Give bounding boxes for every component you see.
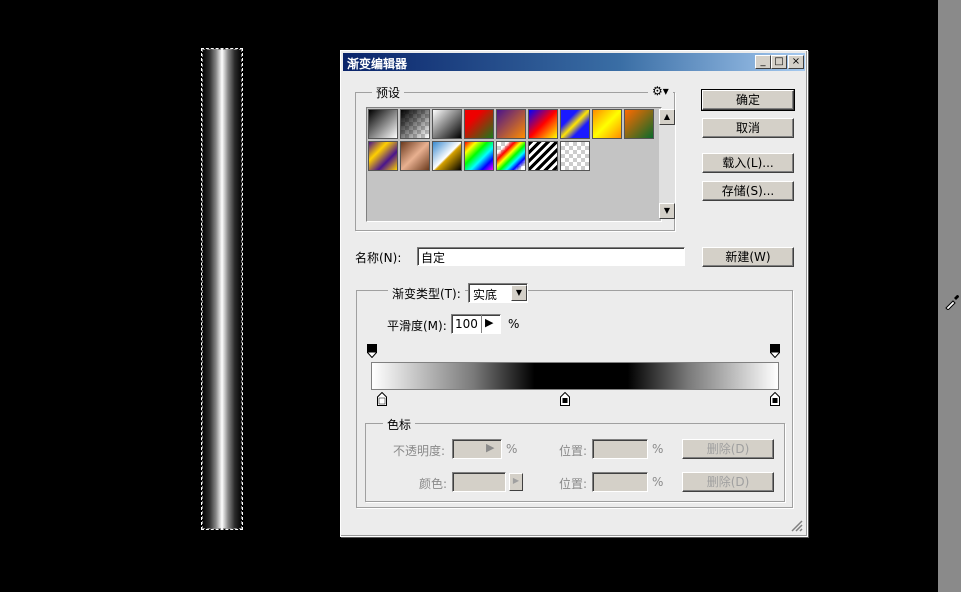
- preset-swatch-grid: ▲ ▼: [366, 107, 675, 222]
- name-input[interactable]: 自定: [417, 247, 685, 266]
- preset-swatch[interactable]: [368, 141, 398, 171]
- preset-swatch[interactable]: [592, 109, 622, 139]
- smoothness-unit: %: [508, 317, 520, 331]
- name-input-value: 自定: [421, 251, 446, 265]
- opacity-stop-left[interactable]: [367, 344, 377, 359]
- opacity-stop-right[interactable]: [770, 344, 780, 359]
- preset-scrollbar[interactable]: ▲ ▼: [659, 109, 675, 219]
- location-label-color: 位置:: [559, 477, 588, 491]
- preset-swatch[interactable]: [560, 141, 590, 171]
- resize-grip-icon[interactable]: [789, 518, 803, 532]
- save-button[interactable]: 存储(S)...: [702, 181, 794, 201]
- eyedropper-cursor-icon: [944, 292, 960, 311]
- gradient-type-label: 渐变类型(T):: [388, 285, 465, 302]
- preset-swatch[interactable]: [624, 109, 654, 139]
- preset-swatch[interactable]: [432, 141, 462, 171]
- preset-swatch[interactable]: [496, 141, 526, 171]
- smoothness-input[interactable]: 100 ▶: [451, 314, 501, 334]
- preset-swatch[interactable]: [464, 109, 494, 139]
- gradient-type-value: 实底: [473, 288, 498, 302]
- preset-swatch[interactable]: [464, 141, 494, 171]
- location-unit-color: %: [652, 475, 664, 489]
- slider-arrow-icon[interactable]: ▶: [486, 441, 494, 454]
- color-label: 颜色:: [419, 477, 448, 491]
- preset-swatch[interactable]: [400, 109, 430, 139]
- preset-swatch[interactable]: [496, 109, 526, 139]
- title-bar[interactable]: 渐变编辑器 _ □ ×: [343, 53, 805, 71]
- presets-label: 预设: [372, 84, 405, 101]
- new-button[interactable]: 新建(W): [702, 247, 794, 267]
- stops-group-label: 色标: [383, 416, 416, 433]
- gradient-editor-dialog: 渐变编辑器 _ □ × 确定 取消 载入(L)... 存储(S)... 新建(W…: [340, 50, 808, 537]
- location-label-opacity: 位置:: [559, 444, 588, 458]
- opacity-unit: %: [506, 442, 518, 456]
- color-stop-right[interactable]: [770, 391, 780, 406]
- preset-swatch[interactable]: [528, 141, 558, 171]
- load-button[interactable]: 载入(L)...: [702, 153, 794, 173]
- minimize-button[interactable]: _: [755, 55, 771, 69]
- presets-group: 预设 ⚙▾ ▲ ▼: [355, 84, 675, 231]
- opacity-label: 不透明度:: [393, 444, 446, 458]
- color-swatch-input[interactable]: [452, 472, 506, 492]
- gradient-bar[interactable]: [371, 362, 779, 390]
- name-label: 名称(N):: [355, 251, 402, 265]
- close-button[interactable]: ×: [788, 55, 804, 69]
- gear-icon[interactable]: ⚙▾: [648, 84, 673, 98]
- preset-swatch[interactable]: [400, 141, 430, 171]
- maximize-button[interactable]: □: [771, 55, 787, 69]
- slider-arrow-icon[interactable]: ▶: [485, 316, 493, 329]
- location-unit-opacity: %: [652, 442, 664, 456]
- location-input-opacity[interactable]: [592, 439, 648, 459]
- preset-swatch[interactable]: [368, 109, 398, 139]
- preset-swatch[interactable]: [528, 109, 558, 139]
- ok-button[interactable]: 确定: [701, 89, 795, 111]
- preset-swatch[interactable]: [432, 109, 462, 139]
- smoothness-value: 100: [455, 317, 478, 331]
- chevron-down-icon[interactable]: ▼: [511, 285, 527, 301]
- delete-color-stop-button[interactable]: 删除(D): [682, 472, 774, 492]
- cancel-button[interactable]: 取消: [702, 118, 794, 138]
- preset-swatch[interactable]: [560, 109, 590, 139]
- scroll-down-icon[interactable]: ▼: [659, 203, 675, 219]
- delete-opacity-stop-button[interactable]: 删除(D): [682, 439, 774, 459]
- dialog-title: 渐变编辑器: [347, 57, 408, 71]
- color-stop-middle[interactable]: [560, 391, 570, 406]
- location-input-color[interactable]: [592, 472, 648, 492]
- smoothness-label: 平滑度(M):: [387, 319, 447, 333]
- color-stop-left[interactable]: [377, 391, 387, 406]
- gradient-type-select[interactable]: 实底 ▼: [468, 283, 528, 303]
- color-arrow-icon[interactable]: ▶: [509, 473, 523, 491]
- scroll-up-icon[interactable]: ▲: [659, 109, 675, 125]
- opacity-input[interactable]: ▶: [452, 439, 502, 459]
- gradient-preview-strip: [201, 48, 243, 530]
